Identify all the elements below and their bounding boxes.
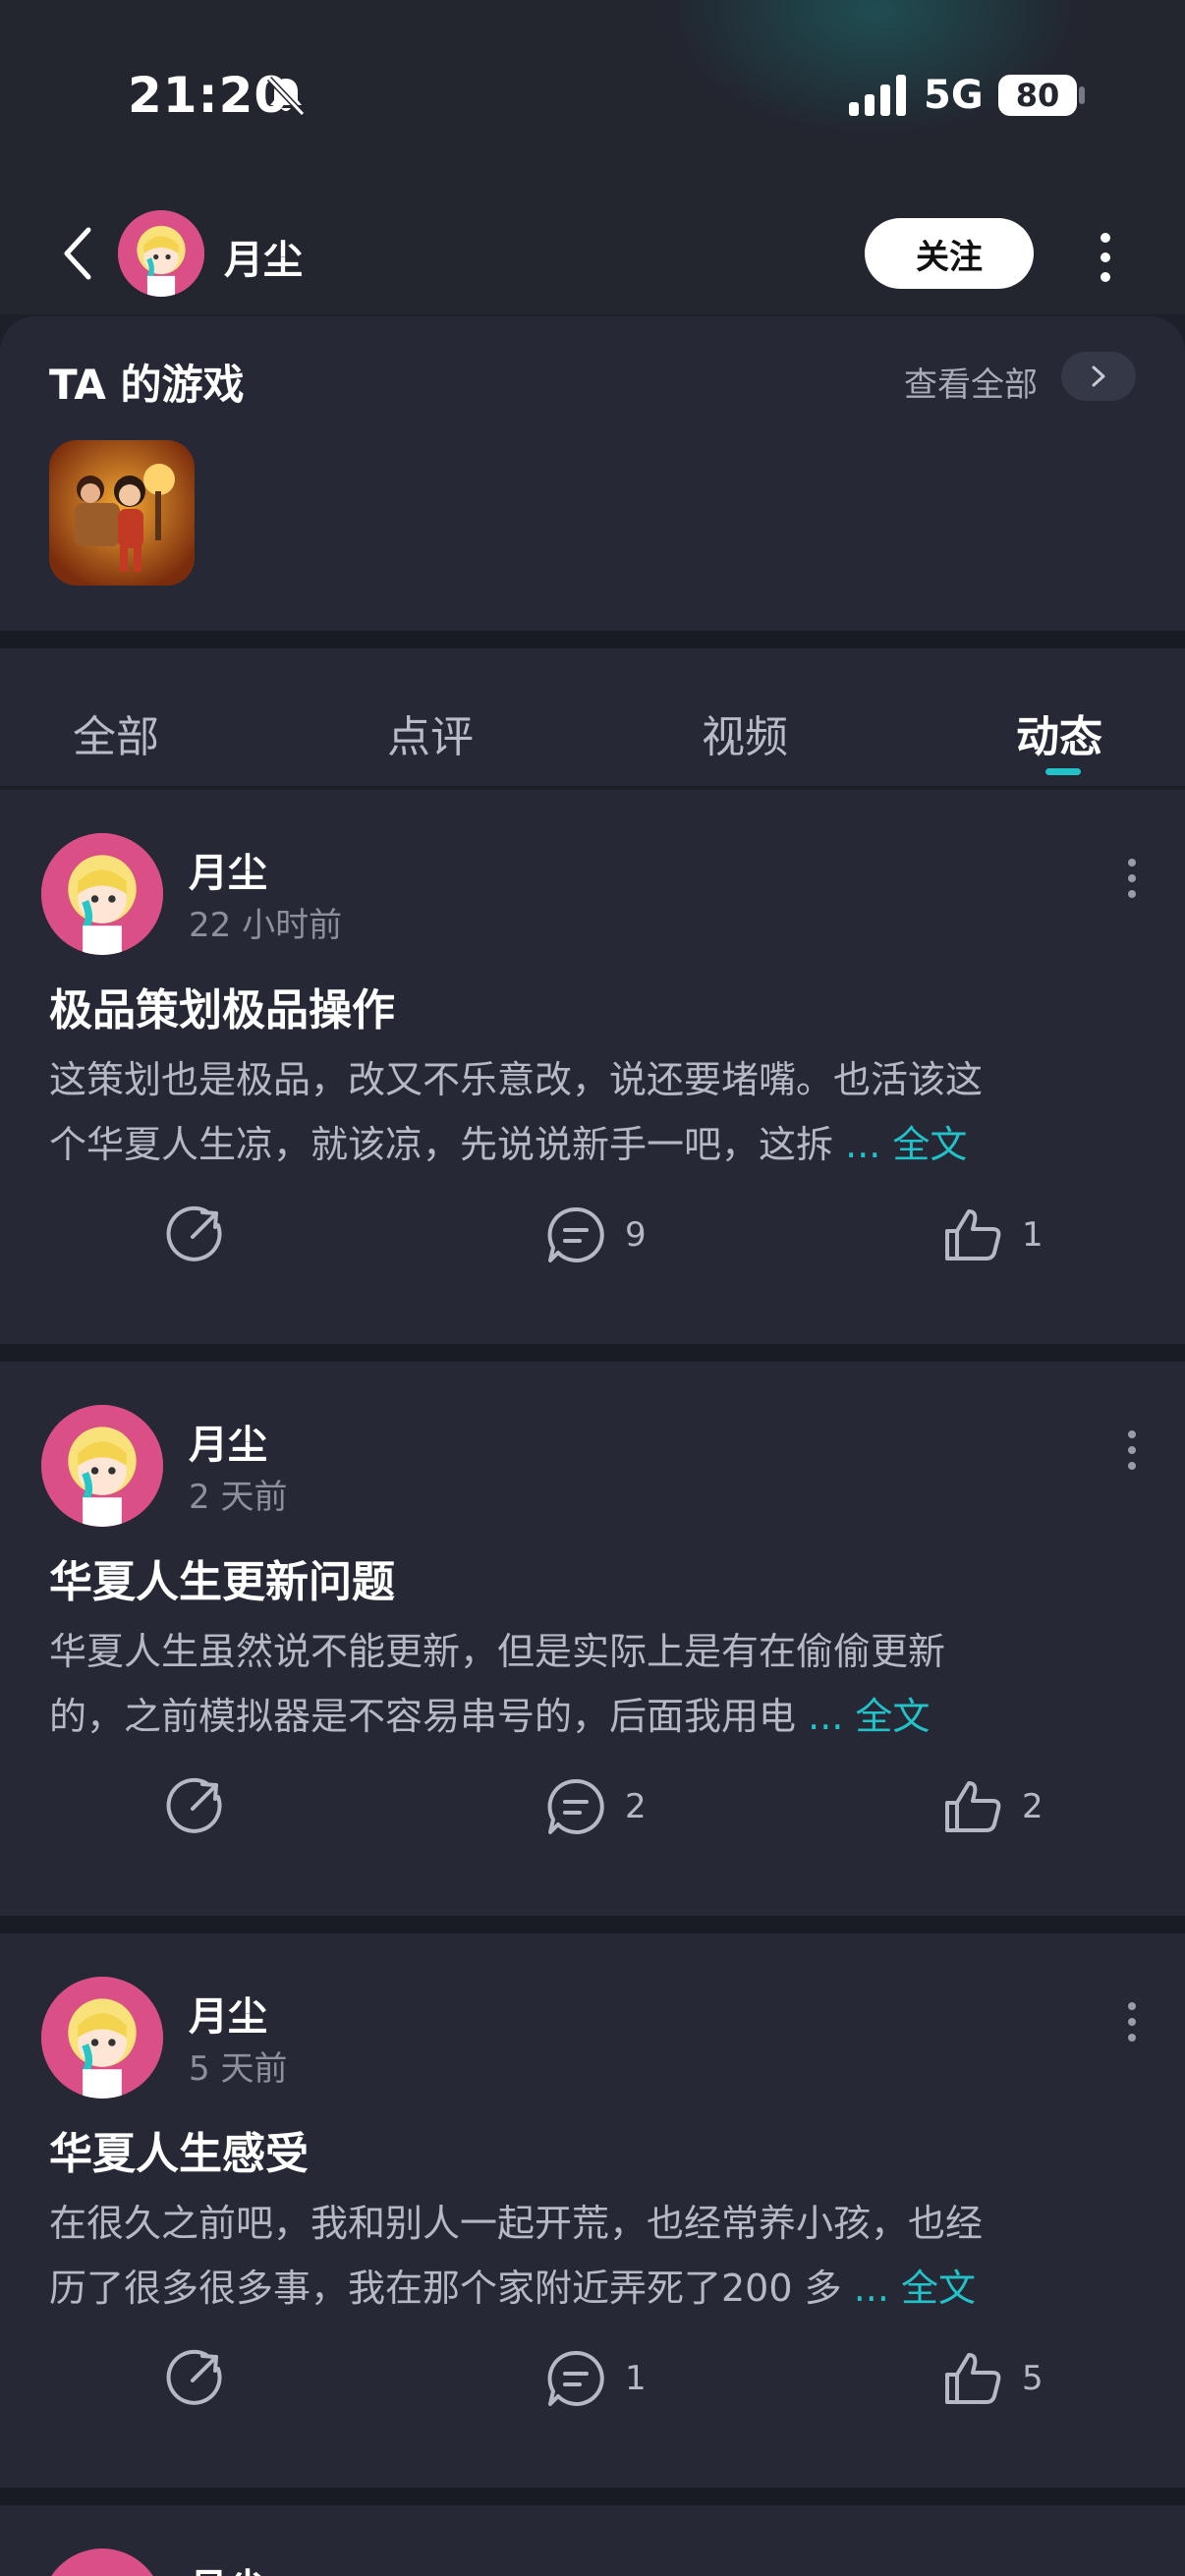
- full-text-link[interactable]: ... 全文: [845, 1123, 967, 1166]
- post-body[interactable]: 华夏人生虽然说不能更新，但是实际上是有在偷偷更新 的，之前模拟器是不容易串号的，…: [49, 1619, 1130, 1749]
- avatar-image: [41, 833, 163, 955]
- comment-icon: [547, 2350, 604, 2406]
- post-body-line: 在很久之前吧，我和别人一起开荒，也经常养小孩，也经: [49, 2202, 984, 2245]
- post-card-peek[interactable]: 月尘: [0, 2505, 1185, 2576]
- like-button[interactable]: 2: [941, 1772, 1044, 1841]
- status-bar: 21:20 5G 80: [0, 0, 1185, 187]
- share-button[interactable]: [163, 1772, 226, 1841]
- header-user-name[interactable]: 月尘: [224, 228, 303, 285]
- post-separator: [0, 2488, 1185, 2505]
- post-card[interactable]: 月尘 2 天前 华夏人生更新问题 华夏人生虽然说不能更新，但是实际上是有在偷偷更…: [0, 1362, 1185, 1916]
- avatar: [41, 2548, 163, 2576]
- share-button[interactable]: [163, 1201, 226, 1269]
- post-time: 2 天前: [189, 1478, 288, 1517]
- comment-icon: [547, 1778, 604, 1834]
- post-title[interactable]: 华夏人生感受: [49, 2118, 309, 2181]
- more-vertical-icon[interactable]: [1122, 855, 1142, 902]
- share-button[interactable]: [163, 2344, 226, 2413]
- more-vertical-icon[interactable]: [1093, 230, 1118, 285]
- view-all-button[interactable]: [1061, 352, 1136, 401]
- post-body[interactable]: 在很久之前吧，我和别人一起开荒，也经常养小孩，也经 历了很多很多事，我在那个家附…: [49, 2191, 1130, 2321]
- post-title[interactable]: 华夏人生更新问题: [49, 1546, 395, 1609]
- chevron-right-icon: [1092, 365, 1105, 387]
- avatar-image: [41, 1405, 163, 1527]
- tab-activity[interactable]: 动态: [1016, 701, 1102, 764]
- avatar[interactable]: [41, 1405, 163, 1527]
- comment-button[interactable]: 2: [544, 1772, 647, 1841]
- games-section-title: TA 的游戏: [49, 361, 245, 409]
- like-icon: [945, 1781, 1001, 1832]
- games-section: TA 的游戏 查看全部: [0, 316, 1185, 631]
- post-title[interactable]: 极品策划极品操作: [49, 975, 395, 1037]
- view-all-link[interactable]: 查看全部: [904, 358, 1038, 406]
- tab-reviews[interactable]: 点评: [387, 701, 474, 764]
- avatar-image: [118, 210, 204, 297]
- profile-header: 月尘 关注: [0, 187, 1185, 314]
- share-icon: [166, 1777, 222, 1833]
- comment-icon: [547, 1206, 604, 1262]
- post-author[interactable]: 月尘: [189, 1985, 267, 2042]
- comment-count: 1: [625, 2359, 647, 2398]
- content-tabs: 全部 点评 视频 动态: [0, 648, 1185, 788]
- post-body-line: 历了很多很多事，我在那个家附近弄死了200 多: [49, 2267, 842, 2310]
- full-text-link[interactable]: ... 全文: [808, 1695, 930, 1738]
- tab-videos[interactable]: 视频: [702, 701, 788, 764]
- bell-muted-icon: [266, 76, 306, 117]
- post-body[interactable]: 这策划也是极品，改又不乐意改，说还要堵嘴。也活该这 个华夏人生凉，就该凉，先说说…: [49, 1047, 1130, 1177]
- game-icon[interactable]: [49, 440, 195, 586]
- tab-all[interactable]: 全部: [73, 701, 159, 764]
- share-icon: [166, 2349, 222, 2405]
- full-text-link[interactable]: ... 全文: [854, 2267, 976, 2310]
- game-icon-image: [49, 440, 195, 586]
- header-avatar[interactable]: [118, 210, 204, 297]
- post-body-line: 的，之前模拟器是不容易串号的，后面我用电: [49, 1695, 797, 1738]
- comment-button[interactable]: 1: [544, 2344, 647, 2413]
- post-author[interactable]: 月尘: [189, 841, 267, 898]
- back-icon[interactable]: [59, 226, 98, 281]
- post-body-line: 个华夏人生凉，就该凉，先说说新手一吧，这拆: [49, 1123, 834, 1166]
- like-count: 5: [1022, 2359, 1044, 2398]
- post-time: 5 天前: [189, 2049, 288, 2089]
- share-icon: [166, 1205, 222, 1261]
- post-separator: [0, 1344, 1185, 1362]
- like-button[interactable]: 5: [941, 2344, 1044, 2413]
- like-count: 1: [1022, 1215, 1044, 1255]
- avatar-image: [41, 1977, 163, 2099]
- comment-count: 9: [625, 1215, 647, 1255]
- post-separator: [0, 1916, 1185, 1933]
- active-tab-indicator: [1045, 768, 1081, 775]
- like-button[interactable]: 1: [941, 1201, 1044, 1269]
- avatar[interactable]: [41, 1977, 163, 2099]
- network-type: 5G: [924, 73, 984, 118]
- signal-icon: [849, 75, 906, 116]
- comment-count: 2: [625, 1787, 647, 1826]
- section-separator: [0, 631, 1185, 648]
- like-icon: [945, 2353, 1001, 2404]
- post-author: 月尘: [189, 2556, 267, 2576]
- more-vertical-icon[interactable]: [1122, 1998, 1142, 2045]
- post-body-line: 这策划也是极品，改又不乐意改，说还要堵嘴。也活该这: [49, 1058, 984, 1101]
- post-card[interactable]: 月尘 5 天前 华夏人生感受 在很久之前吧，我和别人一起开荒，也经常养小孩，也经…: [0, 1933, 1185, 2488]
- like-count: 2: [1022, 1787, 1044, 1826]
- post-body-line: 华夏人生虽然说不能更新，但是实际上是有在偷偷更新: [49, 1630, 946, 1673]
- avatar[interactable]: [41, 833, 163, 955]
- post-card[interactable]: 月尘 22 小时前 极品策划极品操作 这策划也是极品，改又不乐意改，说还要堵嘴。…: [0, 790, 1185, 1344]
- post-author[interactable]: 月尘: [189, 1413, 267, 1470]
- battery-cap: [1079, 86, 1085, 104]
- more-vertical-icon[interactable]: [1122, 1427, 1142, 1474]
- post-time: 22 小时前: [189, 906, 343, 945]
- battery-level: 80: [998, 75, 1077, 116]
- follow-button[interactable]: 关注: [865, 218, 1034, 289]
- comment-button[interactable]: 9: [544, 1201, 647, 1269]
- like-icon: [945, 1209, 1001, 1260]
